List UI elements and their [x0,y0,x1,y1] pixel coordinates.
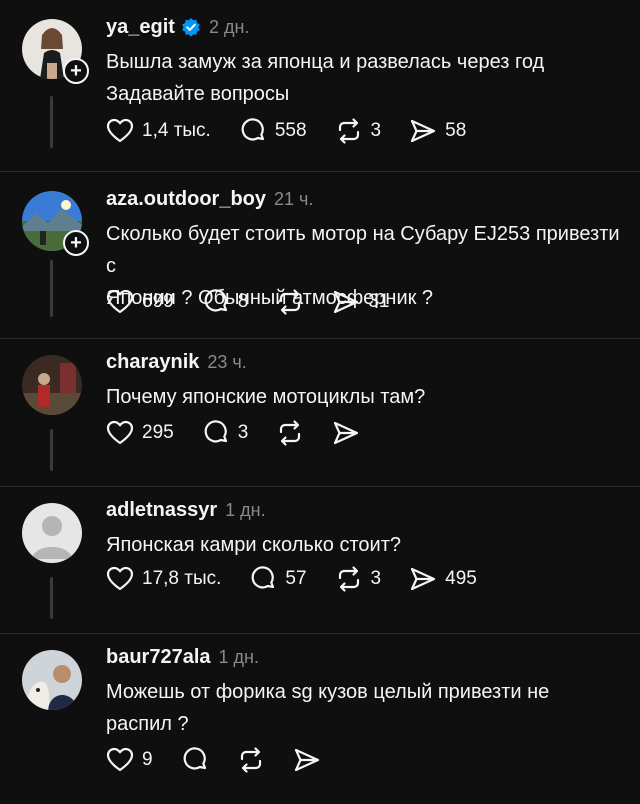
post-time: 1 дн. [225,499,266,520]
share-button[interactable] [332,419,360,447]
post-text: Вышла замуж за японца и развелась через … [106,46,620,110]
post: + aza.outdoor_boy 21 ч. Сколько будет ст… [0,172,640,339]
repost-button[interactable] [276,288,304,316]
repost-button[interactable] [237,746,265,774]
default-avatar-icon [22,503,82,563]
comment-icon [204,420,227,443]
comment-button[interactable]: 8 [202,288,249,316]
comment-button[interactable]: 57 [249,565,307,593]
username[interactable]: adletnassyr [106,499,217,522]
like-button[interactable]: 699 [106,288,174,316]
comment-button[interactable]: 558 [239,117,307,145]
repost-button[interactable]: 3 [335,565,382,593]
thread-line [50,96,53,148]
comment-icon [241,118,264,141]
post-text-line: Вышла замуж за японца и развелась через … [106,51,545,73]
repost-icon [240,747,261,773]
post-text: Японская камри сколько стоит? [106,529,620,561]
share-icon [334,290,359,314]
repost-button[interactable]: 3 [335,117,382,145]
avatar[interactable] [22,650,82,710]
repost-count: 3 [370,120,382,141]
repost-icon [280,289,301,315]
avatar-image [22,355,82,415]
share-button[interactable]: 495 [409,565,477,593]
post-time: 2 дн. [208,16,250,37]
comment-count: 8 [237,291,249,312]
username[interactable]: baur727ala [106,646,211,669]
like-count: 1,4 тыс. [142,120,211,141]
post: + ya_egit 2 дн. Вышла замуж за японца и … [0,0,640,172]
comment-icon [204,289,227,312]
post: charaynik 23 ч. Почему японские мотоцикл… [0,339,640,487]
share-count: 495 [445,568,477,589]
threads-feed: + ya_egit 2 дн. Вышла замуж за японца и … [0,0,640,800]
like-count: 9 [142,749,153,770]
post: adletnassyr 1 дн. Японская камри сколько… [0,487,640,634]
username[interactable]: aza.outdoor_boy [106,188,266,211]
avatar[interactable] [22,355,82,415]
repost-icon [280,420,301,446]
share-icon [294,748,319,772]
avatar-image [22,650,82,710]
share-count: 31 [368,291,390,312]
comment-button[interactable]: 3 [202,419,249,447]
like-button[interactable]: 295 [106,419,174,447]
heart-icon [106,420,134,445]
post-text-line: Задавайте вопросы [106,83,290,105]
like-count: 699 [142,291,174,312]
post-text-line: Можешь от форика sg кузов целый привезти… [106,681,550,703]
repost-count: 3 [370,568,382,589]
post-text-line: распил ? [106,713,189,735]
avatar[interactable] [22,503,82,563]
like-count: 295 [142,422,174,443]
heart-icon [106,566,134,591]
thread-line [50,577,53,619]
post-time: 1 дн. [218,646,259,667]
share-button[interactable]: 58 [409,117,466,145]
like-button[interactable]: 17,8 тыс. [106,565,221,593]
follow-plus-icon[interactable]: + [63,58,89,84]
post-time: 23 ч. [207,351,247,372]
comment-button[interactable] [181,746,209,774]
follow-plus-icon[interactable]: + [63,230,89,256]
username[interactable]: ya_egit [106,16,175,39]
post-text-line: Сколько будет стоить мотор на Субару EJ2… [106,223,620,277]
post: baur727ala 1 дн. Можешь от форика sg куз… [0,634,640,804]
like-count: 17,8 тыс. [142,568,222,589]
share-icon [411,567,436,591]
post-text-line: Почему японские мотоциклы там? [106,386,426,408]
post-time: 21 ч. [274,188,314,209]
post-text: Можешь от форика sg кузов целый привезти… [106,676,620,740]
share-count: 58 [445,120,467,141]
like-button[interactable]: 1,4 тыс. [106,117,211,145]
heart-icon [106,289,134,314]
post-text-line: Японская камри сколько стоит? [106,534,401,556]
comment-count: 3 [237,422,249,443]
like-button[interactable]: 9 [106,746,153,774]
repost-icon [338,566,359,592]
share-icon [411,119,436,143]
comment-icon [252,566,275,589]
heart-icon [106,747,134,772]
share-icon [334,421,359,445]
comment-count: 558 [274,120,307,141]
heart-icon [106,118,134,143]
share-button[interactable]: 31 [332,288,389,316]
comment-icon [183,747,206,770]
username[interactable]: charaynik [106,351,199,374]
thread-line [50,429,53,471]
share-button[interactable] [293,746,321,774]
thread-line [50,260,53,317]
comment-count: 57 [285,568,307,589]
repost-button[interactable] [276,419,304,447]
post-text: Почему японские мотоциклы там? [106,381,620,413]
verified-badge-icon [182,18,200,37]
repost-icon [338,118,359,144]
